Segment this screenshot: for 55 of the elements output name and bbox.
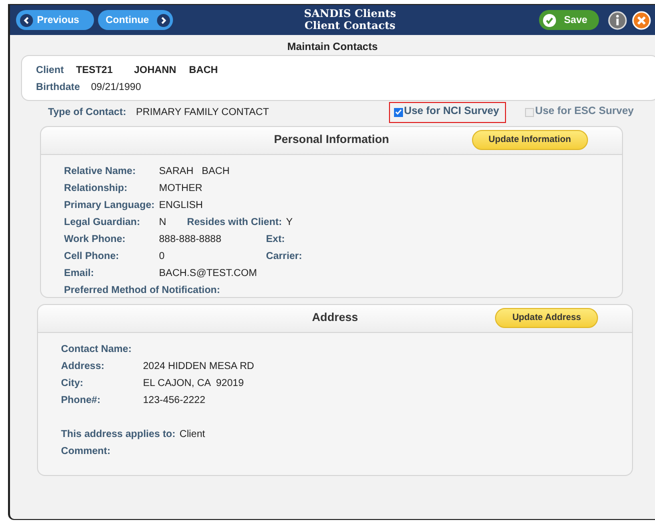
chevron-left-icon: [20, 14, 33, 26]
field-value: 2024 HIDDEN MESA RD: [143, 360, 254, 374]
field-label: Phone#:: [61, 394, 102, 408]
app-title: SANDIS Clients: [304, 8, 396, 20]
field-value: MOTHER: [159, 182, 202, 196]
field-value: EL CAJON, CA 92019: [143, 377, 244, 391]
field-value: 123-456-2222: [143, 394, 206, 408]
field-label: This address applies to:: [61, 428, 176, 442]
survey-checkbox[interactable]: Use for ESC Survey: [520, 102, 641, 122]
page-title: Client Contacts: [304, 20, 396, 32]
field-label: Address:: [61, 360, 106, 374]
field-label: Ext:: [266, 233, 285, 247]
field-label: Work Phone:: [64, 233, 126, 247]
field-label: Relationship:: [64, 182, 128, 196]
field-label: Carrier:: [266, 250, 302, 264]
birthdate-value: 09/21/1990: [91, 80, 142, 94]
field-value: BACH.S@TEST.COM: [159, 267, 257, 281]
chevron-right-icon: [157, 14, 170, 26]
update-button[interactable]: Update Address: [495, 308, 598, 328]
info-icon[interactable]: [608, 10, 627, 30]
field-label: Comment:: [61, 445, 110, 459]
field-label: City:: [61, 377, 84, 391]
update-button[interactable]: Update Information: [472, 130, 588, 150]
field-label: Legal Guardian:: [64, 216, 142, 230]
continue-button[interactable]: Continue: [98, 10, 173, 30]
field-label: Relative Name:: [64, 165, 137, 179]
previous-button[interactable]: Previous: [16, 10, 94, 30]
field-label: Preferred Method of Notification:: [64, 284, 220, 298]
field-label: Primary Language:: [64, 199, 156, 213]
checkmark-icon: [543, 14, 556, 26]
close-icon[interactable]: [632, 10, 651, 30]
field-value: N: [159, 216, 166, 230]
field-label: Email:: [64, 267, 96, 281]
field-label: Cell Phone:: [64, 250, 120, 264]
field-value: Client: [179, 428, 206, 442]
field-label: Client: [36, 64, 65, 78]
field-value: SARAH BACH: [159, 165, 230, 179]
contact-type-value: PRIMARY FAMILY CONTACT: [136, 106, 270, 120]
panel-title: Personal Information: [274, 132, 390, 148]
check-icon: [395, 108, 402, 116]
field-label: Type of Contact:: [48, 106, 128, 120]
client-last-name: BACH: [189, 64, 218, 78]
field-value: Y: [286, 216, 293, 230]
field-value: ENGLISH: [159, 199, 203, 213]
save-button[interactable]: Save: [539, 10, 599, 30]
section-heading: Maintain Contacts: [287, 40, 378, 55]
field-label: Resides with Client:: [187, 216, 282, 230]
survey-checkbox[interactable]: Use for NCI Survey: [389, 102, 506, 122]
field-value: 888-888-8888: [159, 233, 222, 247]
field-label: Birthdate: [36, 80, 81, 94]
field-label: Contact Name:: [61, 343, 132, 357]
panel-title: Address: [312, 310, 358, 326]
field-value: 0: [159, 250, 165, 264]
client-first-name: JOHANN: [134, 64, 178, 78]
client-id: TEST21: [76, 64, 114, 78]
